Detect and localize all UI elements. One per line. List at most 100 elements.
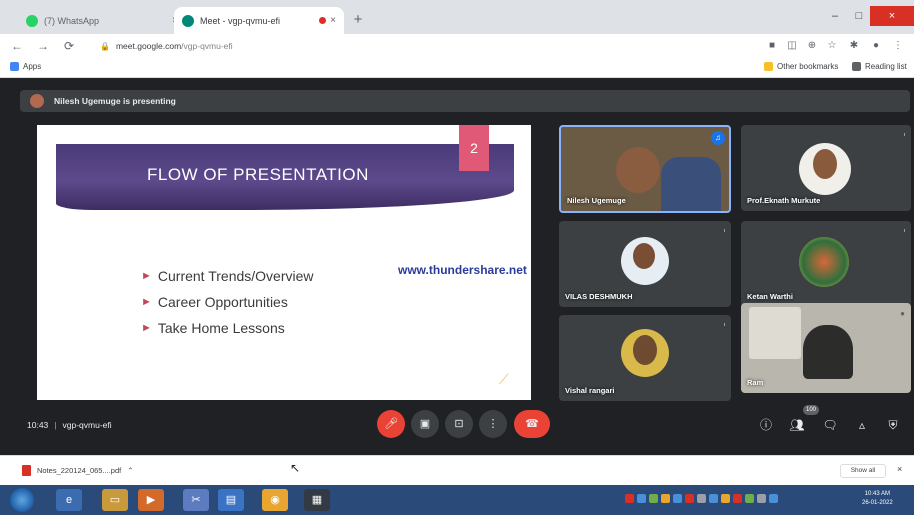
tray-icon[interactable] <box>745 494 754 503</box>
participant-tile-vishal[interactable]: ᶦ Vishal rangari <box>559 315 731 401</box>
app-window-icon[interactable]: ▦ <box>304 489 330 511</box>
shared-screen-slide: 2 FLOW OF PRESENTATION ► Current Trends/… <box>37 125 531 400</box>
bookmark-label: Other bookmarks <box>777 62 839 71</box>
mouse-cursor-icon: ↖ <box>290 461 301 475</box>
maximize-button[interactable]: □ <box>848 6 870 26</box>
address-bar[interactable]: 🔒 meet.google.com /vgp-qvmu-efi <box>92 37 742 55</box>
participant-avatar <box>799 237 849 287</box>
bookmark-other[interactable]: Other bookmarks <box>764 62 838 71</box>
mic-off-icon: ᶦ <box>723 321 725 330</box>
slide-bullet: ► Current Trends/Overview <box>141 263 314 289</box>
bullet-arrow-icon: ► <box>141 270 152 282</box>
tray-icon[interactable] <box>733 494 742 503</box>
document-app-icon[interactable]: ▤ <box>218 489 244 511</box>
tray-icon[interactable] <box>649 494 658 503</box>
bookmark-label: Apps <box>23 62 42 71</box>
tray-icon[interactable] <box>625 494 634 503</box>
media-player-icon[interactable]: ▶ <box>138 489 164 511</box>
bookmark-reading-list[interactable]: Reading list <box>852 62 907 71</box>
bullet-arrow-icon: ► <box>141 296 152 308</box>
more-options-button[interactable]: ⋮ <box>479 410 507 438</box>
participant-count-badge: 100 <box>803 405 820 415</box>
participant-face <box>633 243 655 269</box>
tab-whatsapp[interactable]: (7) WhatsApp × <box>18 7 186 34</box>
participant-tile-vilas[interactable]: ᶦ VILAS DESHMUKH <box>559 221 731 307</box>
tray-icon[interactable] <box>721 494 730 503</box>
presenting-text: Nilesh Ugemuge is presenting <box>54 96 176 106</box>
forward-button[interactable]: → <box>34 37 52 55</box>
close-tab-icon[interactable]: × <box>330 15 336 26</box>
chevron-up-icon[interactable]: ⌃ <box>127 466 133 475</box>
people-icon[interactable]: 👥︎ <box>788 416 806 434</box>
participant-name: Ram <box>747 378 764 387</box>
profile-avatar[interactable]: ● <box>868 38 884 54</box>
camera-icon[interactable]: ■ <box>764 38 780 54</box>
participant-face <box>633 335 657 365</box>
tab-title: (7) WhatsApp <box>44 15 100 26</box>
close-window-button[interactable]: × <box>870 6 914 26</box>
extension-icon[interactable]: ◫ <box>784 38 800 54</box>
watermark-text: www.thundershare.net <box>398 263 527 277</box>
tray-icon[interactable] <box>757 494 766 503</box>
zoom-icon[interactable]: ⊕ <box>804 38 820 54</box>
participant-tile-ketan[interactable]: ᶦ Ketan Warthi <box>741 221 911 307</box>
slide-number: 2 <box>459 125 489 171</box>
bookmark-star-icon[interactable]: ☆ <box>824 38 840 54</box>
participant-video <box>803 325 853 379</box>
participant-name: Nilesh Ugemuge <box>567 196 626 205</box>
chrome-icon[interactable]: ◉ <box>262 489 288 511</box>
mic-off-icon: ᶦ <box>903 131 905 140</box>
close-shelf-icon[interactable]: × <box>897 464 902 474</box>
chat-icon[interactable]: 🗨︎ <box>821 416 839 434</box>
extensions-puzzle-icon[interactable]: ✱ <box>846 38 862 54</box>
present-now-button[interactable]: ⊡ <box>445 410 473 438</box>
mic-toggle-button[interactable]: 🎤︎ <box>377 410 405 438</box>
bookmark-apps[interactable]: Apps <box>10 62 41 71</box>
windows-taskbar: e ▭ ▶ ✂ ▤ ◉ ▦ 10:43 AM 26-01-2022 <box>0 485 914 515</box>
tray-icon[interactable] <box>709 494 718 503</box>
download-item[interactable]: Notes_220124_065....pdf ⌃ <box>22 465 134 476</box>
slide-title: FLOW OF PRESENTATION <box>147 165 369 184</box>
presenting-banner: Nilesh Ugemuge is presenting <box>20 90 910 112</box>
participant-tile-ram[interactable]: ● Ram <box>741 303 911 393</box>
participant-tile-nilesh[interactable]: ♫ Nilesh Ugemuge <box>559 125 731 213</box>
clock-date: 26-01-2022 <box>862 500 893 506</box>
minimize-button[interactable]: – <box>826 6 844 26</box>
tab-meet[interactable]: Meet - vgp-qvmu-efi × <box>174 7 344 34</box>
reload-button[interactable]: ⟳ <box>60 37 78 55</box>
whatsapp-icon <box>26 14 38 27</box>
tab-title: Meet - vgp-qvmu-efi <box>200 15 281 26</box>
internet-explorer-icon[interactable]: e <box>56 489 82 511</box>
file-explorer-icon[interactable]: ▭ <box>102 489 128 511</box>
presenter-avatar <box>30 94 44 108</box>
browser-toolbar: ← → ⟳ 🔒 meet.google.com /vgp-qvmu-efi ■ … <box>0 34 914 58</box>
meeting-info-icon[interactable]: ⓘ <box>757 416 775 434</box>
host-controls-icon[interactable]: ⛨ <box>884 416 902 434</box>
slide-bullet-list: ► Current Trends/Overview ► Career Oppor… <box>141 263 314 341</box>
new-tab-button[interactable]: + <box>348 10 368 30</box>
clock-time: 10:43 AM <box>864 491 891 497</box>
screen: (7) WhatsApp × Meet - vgp-qvmu-efi × + –… <box>0 0 914 515</box>
tray-icon[interactable] <box>637 494 646 503</box>
show-all-button[interactable]: Show all <box>840 464 886 478</box>
taskbar-clock[interactable]: 10:43 AM 26-01-2022 <box>862 490 893 508</box>
tray-icon[interactable] <box>673 494 682 503</box>
participant-video <box>616 147 660 193</box>
activities-icon[interactable]: ▵ <box>853 416 871 434</box>
bullet-arrow-icon: ► <box>141 322 152 334</box>
menu-icon[interactable]: ⋮ <box>890 38 906 54</box>
tray-icon[interactable] <box>661 494 670 503</box>
snipping-tool-icon[interactable]: ✂ <box>183 489 209 511</box>
bullet-text: Take Home Lessons <box>157 320 285 336</box>
tray-icon[interactable] <box>685 494 694 503</box>
start-button[interactable] <box>10 488 34 512</box>
tray-icon[interactable] <box>769 494 778 503</box>
leave-call-button[interactable]: ☎ <box>514 410 550 438</box>
back-button[interactable]: ← <box>8 37 26 55</box>
slide-decoration-icon: ⟋ <box>499 371 509 387</box>
meeting-code[interactable]: vgp-qvmu-efi <box>63 420 112 430</box>
tray-icon[interactable] <box>697 494 706 503</box>
camera-toggle-button[interactable]: ▣ <box>411 410 439 438</box>
participant-tile-eknath[interactable]: ᶦ Prof.Eknath Murkute <box>741 125 911 211</box>
meet-stage: Nilesh Ugemuge is presenting 2 FLOW OF P… <box>0 78 914 455</box>
